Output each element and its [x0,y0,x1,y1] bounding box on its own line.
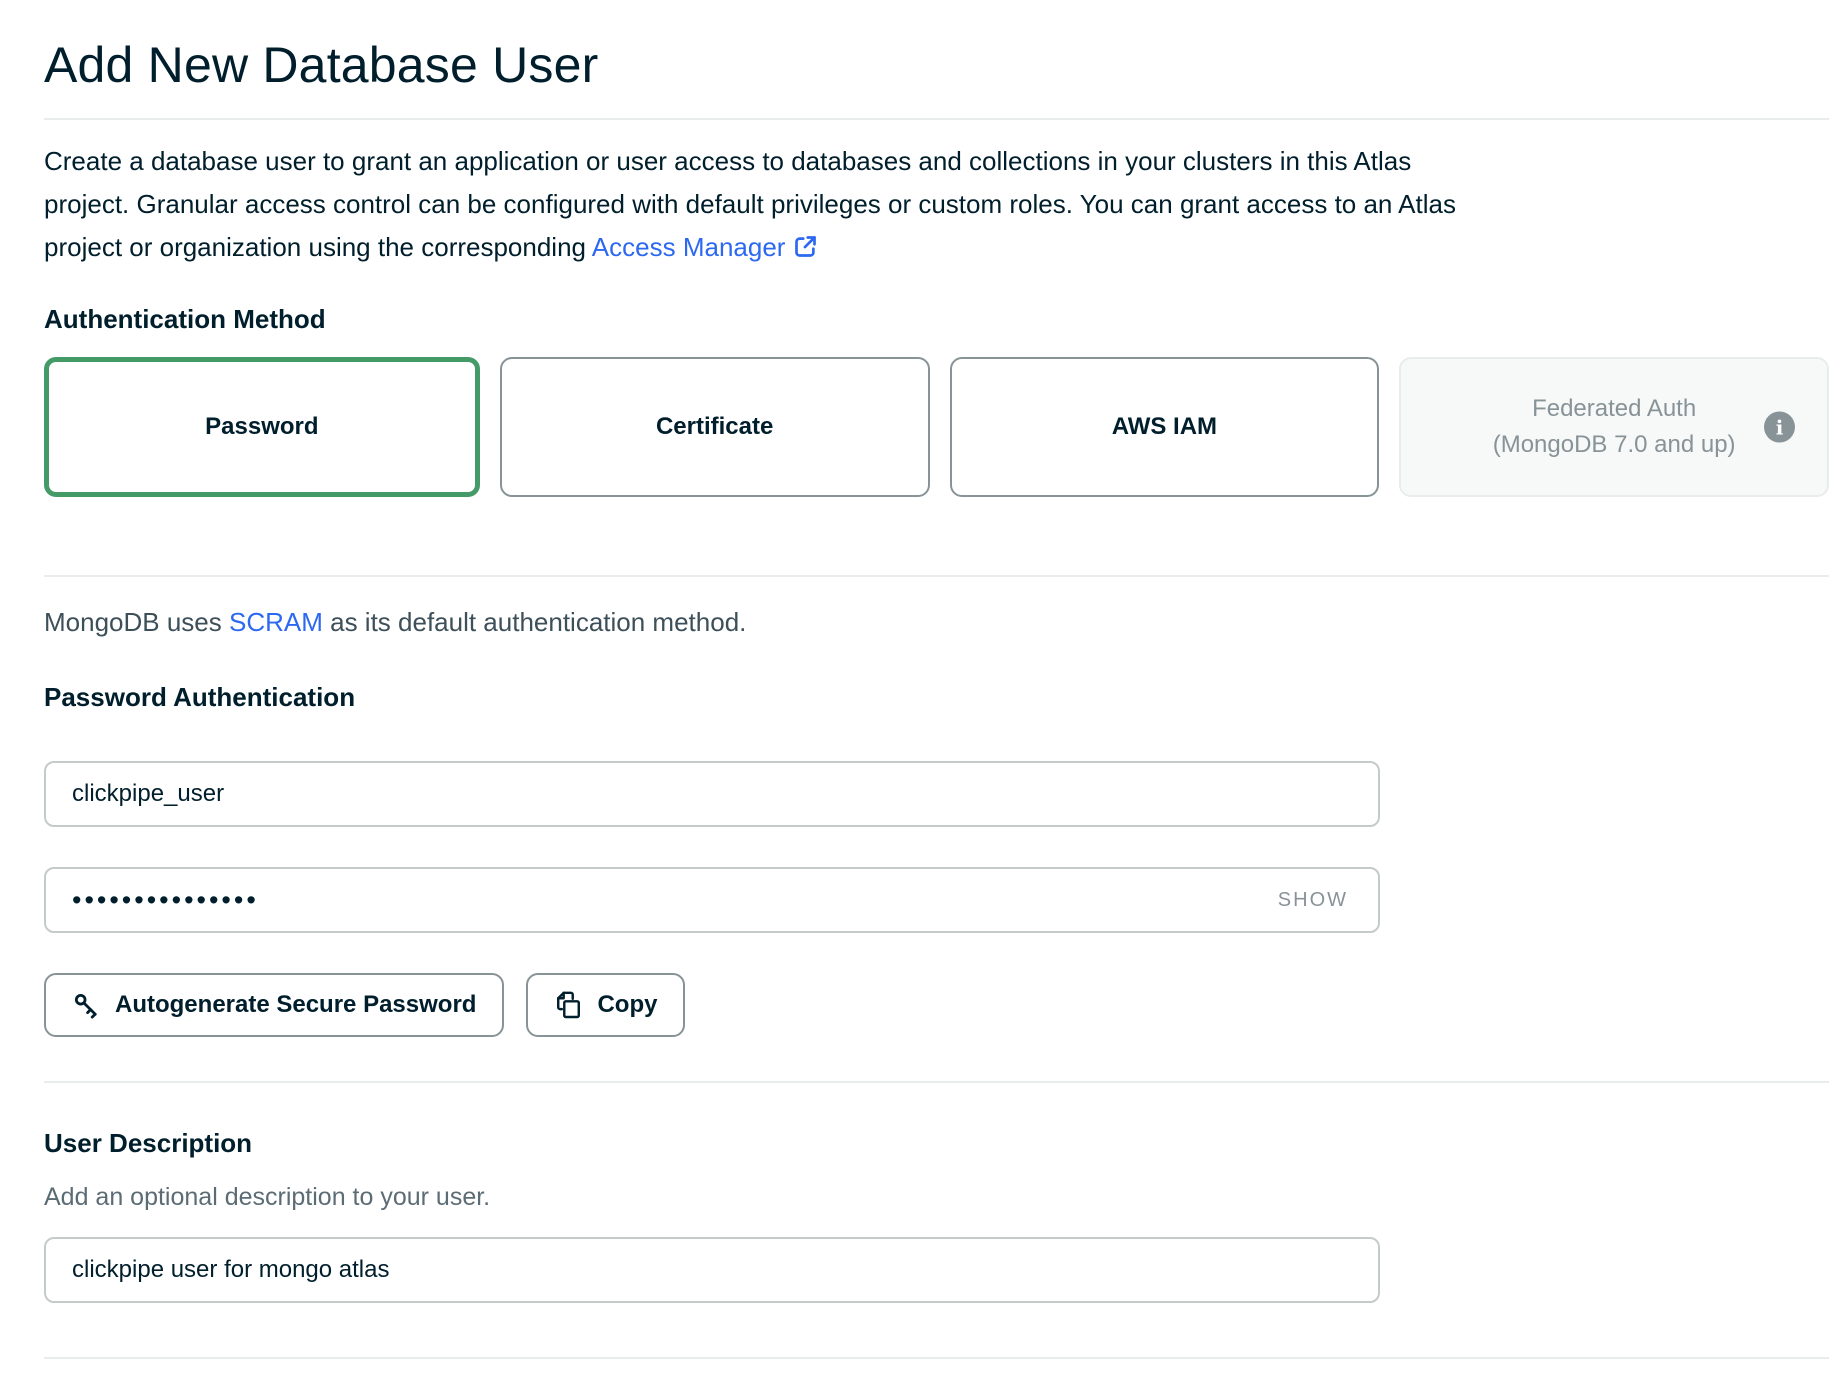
description-input[interactable] [72,1256,1352,1284]
password-input[interactable] [72,885,1274,916]
auth-option-certificate-label: Certificate [656,413,773,441]
divider [44,1081,1829,1083]
user-description-subtext: Add an optional description to your user… [44,1181,1829,1213]
auth-option-aws-iam-label: AWS IAM [1112,413,1217,441]
auth-option-password-label: Password [205,413,318,441]
intro-line-3-text: project or organization using the corres… [44,232,592,262]
access-manager-link[interactable]: Access Manager [592,232,786,262]
intro-line-1: Create a database user to grant an appli… [44,140,1829,183]
username-field[interactable] [44,761,1380,827]
auth-option-aws-iam[interactable]: AWS IAM [950,357,1380,497]
username-input[interactable] [72,780,1352,808]
auth-option-federated-auth-label: Federated Auth (MongoDB 7.0 and up) [1493,391,1736,463]
key-icon [72,991,101,1020]
external-link-icon[interactable] [792,230,819,273]
intro-line-3: project or organization using the corres… [44,226,1829,273]
copy-password-label: Copy [597,991,657,1019]
divider [44,1357,1829,1359]
description-field[interactable] [44,1237,1380,1303]
scram-note-after: as its default authentication method. [323,607,747,637]
divider [44,575,1829,577]
intro-line-2: project. Granular access control can be … [44,183,1829,226]
page-title: Add New Database User [44,36,1829,94]
password-authentication-heading: Password Authentication [44,681,1829,713]
auth-method-options: Password Certificate AWS IAM Federated A… [44,357,1829,497]
user-description-heading: User Description [44,1127,1829,1159]
auth-option-federated-auth: Federated Auth (MongoDB 7.0 and up) i [1399,357,1829,497]
auth-option-password[interactable]: Password [44,357,480,497]
add-database-user-panel: Add New Database User Create a database … [0,36,1846,1359]
autogenerate-password-button[interactable]: Autogenerate Secure Password [44,973,504,1037]
password-actions: Autogenerate Secure Password Copy [44,973,1829,1037]
show-password-button[interactable]: SHOW [1274,889,1352,912]
copy-icon [554,991,583,1020]
auth-option-certificate[interactable]: Certificate [500,357,930,497]
authentication-method-heading: Authentication Method [44,303,1829,335]
intro-paragraph: Create a database user to grant an appli… [44,140,1829,273]
scram-note-before: MongoDB uses [44,607,229,637]
info-icon[interactable]: i [1764,412,1795,443]
scram-link[interactable]: SCRAM [229,607,323,637]
password-field[interactable]: SHOW [44,867,1380,933]
autogenerate-password-label: Autogenerate Secure Password [115,991,476,1019]
copy-password-button[interactable]: Copy [526,973,685,1037]
scram-note: MongoDB uses SCRAM as its default authen… [44,605,1829,639]
divider [44,118,1829,120]
